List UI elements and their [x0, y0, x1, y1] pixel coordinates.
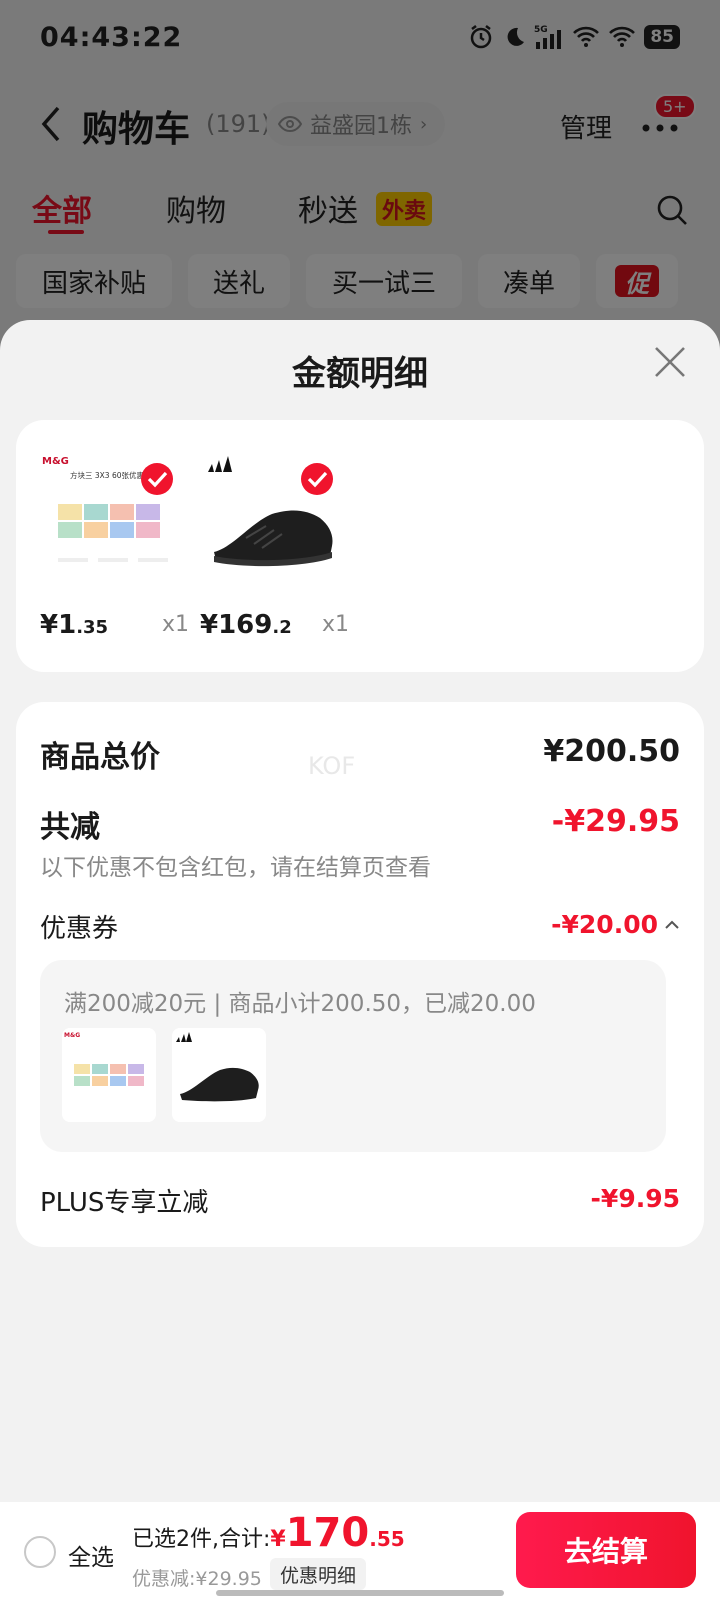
product-2-price: ¥169.2 [200, 610, 292, 640]
sheet-title: 金额明细 [292, 354, 428, 394]
total-currency: ¥ [270, 1527, 286, 1552]
svg-text:M&G: M&G [42, 456, 69, 467]
product-1-qty: x1 [162, 612, 190, 637]
total-decimal: .55 [369, 1527, 405, 1551]
coupon-product-thumb [172, 1028, 266, 1122]
checked-icon[interactable] [300, 462, 334, 496]
coupon-toggle[interactable]: -¥20.00 [551, 910, 680, 939]
select-all-label[interactable]: 全选 [68, 1538, 114, 1572]
product-1-name: 方块三 3X3 60张优惠 [70, 470, 144, 480]
home-indicator [216, 1590, 504, 1596]
discount-summary: 优惠减:¥29.95 [132, 1568, 262, 1590]
svg-text:M&G: M&G [64, 1032, 80, 1039]
amount-detail-sheet: 金额明细 M&G 方块三 3X3 60张优惠 ¥1.35 x1 ¥169.2 x… [0, 320, 720, 1600]
reduction-value: -¥29.95 [551, 804, 680, 839]
chevron-up-icon [665, 920, 679, 929]
close-icon[interactable] [652, 344, 688, 380]
coupon-detail-box: 满200减20元 | 商品小计200.50，已减20.00 M&G [40, 960, 666, 1152]
price-detail-card: 商品总价 ¥200.50 KOF 共减 -¥29.95 以下优惠不包含红包，请在… [16, 702, 704, 1247]
subtotal-label: 商品总价 [40, 740, 160, 775]
plus-discount-value: -¥9.95 [590, 1184, 680, 1213]
coupon-label: 优惠券 [40, 914, 119, 944]
total-label: 已选2件,合计: [132, 1527, 271, 1552]
subtotal-value: ¥200.50 [543, 734, 680, 769]
product-2-qty: x1 [322, 612, 350, 637]
total-line: 已选2件,合计:¥170.55 [132, 1510, 405, 1556]
coupon-product-thumb: M&G [62, 1028, 156, 1122]
checkout-bar: 全选 已选2件,合计:¥170.55 优惠减:¥29.95 优惠明细 去结算 [0, 1502, 720, 1600]
reduction-note: 以下优惠不包含红包，请在结算页查看 [40, 855, 431, 881]
checked-icon[interactable] [140, 462, 174, 496]
discount-detail-button[interactable]: 优惠明细 [270, 1558, 367, 1590]
reduction-label: 共减 [40, 810, 100, 845]
total-amount: 170 [285, 1510, 370, 1556]
selected-products-card: M&G 方块三 3X3 60张优惠 ¥1.35 x1 ¥169.2 x1 [16, 420, 704, 672]
checkout-button[interactable]: 去结算 [516, 1512, 696, 1588]
coupon-text: 满200减20元 | 商品小计200.50，已减20.00 [64, 991, 536, 1017]
watermark: KOF [308, 752, 356, 780]
select-all-checkbox[interactable] [24, 1536, 56, 1568]
coupon-value: -¥20.00 [551, 910, 658, 939]
plus-discount-label: PLUS专享立减 [40, 1188, 209, 1218]
product-1-price: ¥1.35 [40, 610, 109, 640]
